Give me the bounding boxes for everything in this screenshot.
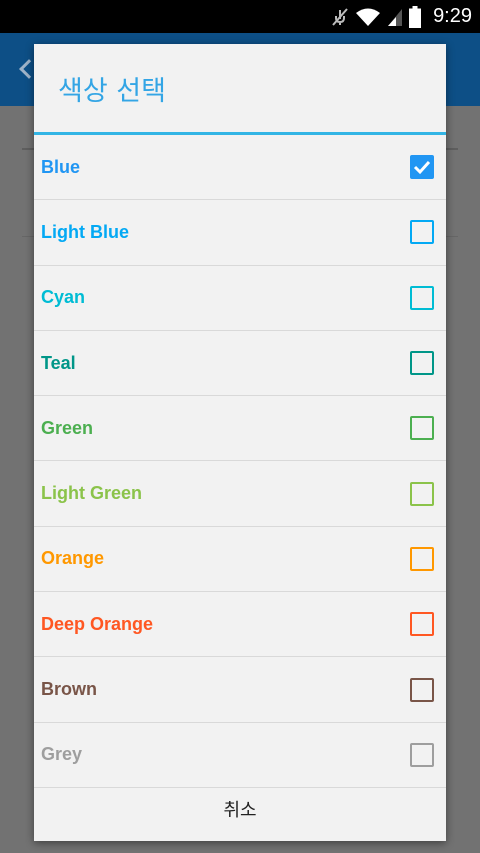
color-option-blue[interactable]: Blue xyxy=(34,135,446,201)
wifi-icon xyxy=(355,7,381,27)
color-option-green[interactable]: Green xyxy=(34,396,446,462)
color-option-light-green[interactable]: Light Green xyxy=(34,461,446,527)
color-option-label: Cyan xyxy=(41,287,86,308)
cancel-button[interactable]: 취소 xyxy=(34,777,446,841)
status-bar: 9:29 xyxy=(0,0,480,33)
checkbox[interactable] xyxy=(410,546,434,571)
color-option-deep-orange[interactable]: Deep Orange xyxy=(34,592,446,658)
color-option-label: Orange xyxy=(41,548,105,569)
checkbox[interactable] xyxy=(410,220,434,245)
checkmark-icon xyxy=(413,161,431,175)
color-list: Blue Light Blue Cyan Teal Green Light Green Or… xyxy=(34,135,446,788)
color-option-label: Light Blue xyxy=(41,221,129,242)
status-clock: 9:29 xyxy=(433,5,472,27)
status-icons: 9:29 xyxy=(331,0,472,33)
color-option-label: Blue xyxy=(41,156,81,177)
color-option-label: Deep Orange xyxy=(41,613,154,634)
color-option-brown[interactable]: Brown xyxy=(34,657,446,723)
color-option-cyan[interactable]: Cyan xyxy=(34,266,446,331)
checkbox-checked[interactable] xyxy=(410,155,434,180)
signal-icon xyxy=(387,7,403,27)
color-option-label: Brown xyxy=(41,679,97,700)
checkbox[interactable] xyxy=(410,677,434,702)
color-option-label: Light Green xyxy=(41,483,143,504)
color-option-label: Teal xyxy=(41,352,76,373)
checkbox[interactable] xyxy=(410,742,434,767)
color-option-teal[interactable]: Teal xyxy=(34,331,446,397)
battery-icon xyxy=(409,5,422,28)
color-option-orange[interactable]: Orange xyxy=(34,527,446,593)
color-option-light-blue[interactable]: Light Blue xyxy=(34,200,446,266)
color-option-label: Green xyxy=(41,417,94,438)
checkbox[interactable] xyxy=(410,285,434,310)
color-option-label: Grey xyxy=(41,744,83,765)
checkbox[interactable] xyxy=(410,481,434,506)
mute-icon xyxy=(331,7,349,27)
checkbox[interactable] xyxy=(410,612,434,637)
color-picker-dialog: 색상 선택 Blue Light Blue Cyan Teal Green Light G… xyxy=(34,44,446,841)
checkbox[interactable] xyxy=(410,416,434,441)
checkbox[interactable] xyxy=(410,351,434,376)
dialog-title: 색상 선택 xyxy=(58,75,166,107)
